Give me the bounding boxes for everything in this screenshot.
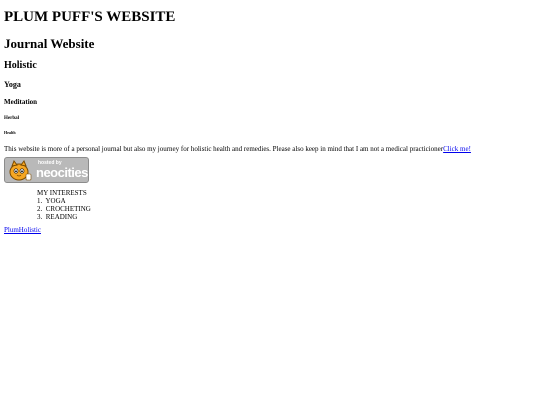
herbal-heading: Herbal xyxy=(4,116,19,121)
list-item-number: 3. xyxy=(37,213,43,221)
meditation-heading: Meditation xyxy=(4,98,38,106)
list-item-number: 2. xyxy=(37,205,43,213)
journal-heading: Journal Website xyxy=(4,36,95,51)
health-heading: Health xyxy=(4,130,16,135)
neocities-cat-icon xyxy=(9,160,32,181)
site-title: PLUM PUFF'S WEBSITE xyxy=(4,9,176,25)
interests-list: MY INTERESTS 1. YOGA 2. CROCHETING 3. RE… xyxy=(4,189,536,221)
plumholistic-link[interactable]: PlumHolistic xyxy=(4,226,536,235)
intro-text: This website is more of a personal journ… xyxy=(4,145,444,153)
list-item: 1. YOGA xyxy=(37,197,536,205)
list-item-label: YOGA xyxy=(45,197,66,205)
list-item: 2. CROCHETING xyxy=(37,205,536,213)
interests-title: MY INTERESTS xyxy=(37,189,87,197)
list-item-number: 1. xyxy=(37,197,43,205)
click-me-link[interactable]: Click me! xyxy=(443,145,471,153)
list-item: 3. READING xyxy=(37,213,536,221)
neocities-badge[interactable]: hosted by neocities xyxy=(4,157,89,183)
list-item-label: CROCHETING xyxy=(45,205,91,213)
interests-ordered-list: 1. YOGA 2. CROCHETING 3. READING xyxy=(37,197,536,221)
intro-paragraph: This website is more of a personal journ… xyxy=(4,145,536,154)
badge-brand-text: neocities xyxy=(36,165,88,180)
yoga-heading: Yoga xyxy=(4,80,21,89)
holistic-heading: Holistic xyxy=(4,60,37,71)
list-item-label: READING xyxy=(45,213,78,221)
